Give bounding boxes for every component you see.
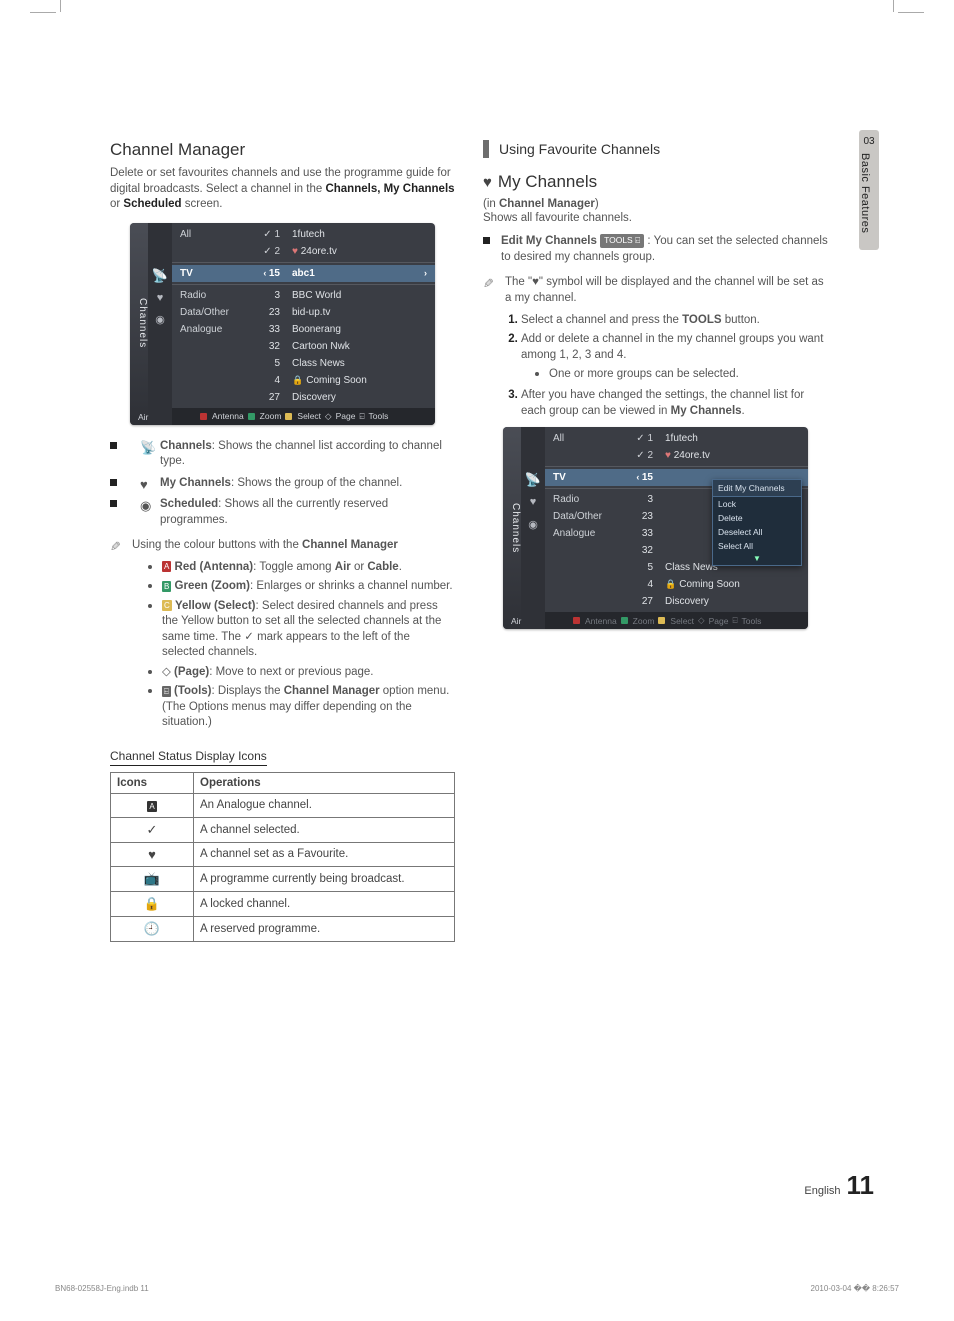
- target-icon: ◉: [140, 497, 151, 515]
- lock-icon: 🔒: [111, 891, 194, 916]
- left-column: Channel Manager Delete or set favourites…: [110, 140, 455, 942]
- note-colour-buttons: Using the colour buttons with the Channe…: [110, 538, 455, 554]
- cm-footer: Air Antenna Zoom Select ◇Page ⍇Tools: [545, 612, 808, 629]
- section-bar: Using Favourite Channels: [483, 140, 828, 158]
- analogue-icon: A: [147, 801, 156, 812]
- cm-side-label: Channels: [503, 427, 521, 629]
- heart-icon: ♥: [292, 246, 301, 257]
- red-button-icon: A: [162, 561, 171, 572]
- edit-my-channels-item: Edit My Channels TOOLS ⍇ : You can set t…: [483, 234, 828, 265]
- broadcast-icon: 📺: [111, 866, 194, 891]
- side-tab-label: Basic Features: [859, 147, 871, 239]
- channel-manager-heading: Channel Manager: [110, 140, 455, 160]
- checkmark-icon: ✓: [111, 817, 194, 842]
- edit-my-channels-dropdown: Edit My Channels Lock Delete Deselect Al…: [712, 479, 802, 566]
- heart-icon: ♥: [153, 291, 167, 305]
- cm-row-highlighted: TV ‹ 15 abc1›: [172, 265, 435, 282]
- side-tab: 03 Basic Features: [859, 130, 879, 250]
- heart-icon: ♥: [665, 450, 674, 461]
- heart-icon: ♥: [483, 174, 492, 191]
- heart-note: The "♥" symbol will be displayed and the…: [483, 275, 828, 306]
- cm-footer: Air Antenna Zoom Select ◇Page ⍇Tools: [172, 408, 435, 425]
- target-icon: ◉: [526, 517, 540, 531]
- channel-manager-ui: Channels 📡 ♥ ◉ All ✓ 1 1futech ✓ 2 ♥: [130, 223, 435, 425]
- chevron-down-icon: ▼: [713, 553, 801, 565]
- cm-side-label: Channels: [130, 223, 148, 425]
- right-column: Using Favourite Channels ♥ My Channels (…: [483, 140, 828, 942]
- lock-icon: 🔒: [292, 375, 303, 385]
- yellow-button-icon: C: [162, 600, 172, 611]
- my-channels-sub2: Shows all favourite channels.: [483, 212, 828, 224]
- satellite-icon: 📡: [140, 439, 156, 457]
- tools-badge-icon: TOOLS ⍇: [600, 234, 644, 247]
- satellite-icon: 📡: [526, 473, 540, 487]
- my-channels-heading: ♥ My Channels: [483, 172, 828, 192]
- heart-icon: ♥: [111, 842, 194, 866]
- page-footer: English 11: [804, 1170, 874, 1201]
- target-icon: ◉: [153, 313, 167, 327]
- channel-manager-intro: Delete or set favourites channels and us…: [110, 166, 455, 213]
- heart-icon: ♥: [526, 495, 540, 509]
- steps-list: Select a channel and press the TOOLS but…: [483, 312, 828, 419]
- side-tab-number: 03: [859, 130, 879, 147]
- satellite-icon: 📡: [153, 269, 167, 283]
- channel-manager-ui-dropdown: Channels 📡 ♥ ◉ All ✓ 1 1futech ✓ 2 ♥: [503, 427, 808, 629]
- heart-icon: ♥: [140, 476, 148, 494]
- definition-list: 📡Channels: Shows the channel list accord…: [110, 439, 455, 529]
- clock-icon: 🕘: [111, 916, 194, 941]
- lock-icon: 🔒: [665, 579, 676, 589]
- green-button-icon: B: [162, 581, 171, 592]
- cm-icon-strip: 📡 ♥ ◉: [521, 427, 545, 629]
- my-channels-sub: (in Channel Manager): [483, 198, 828, 210]
- heart-icon: ♥: [532, 276, 539, 288]
- colour-button-list: A Red (Antenna): Toggle among Air or Cab…: [110, 560, 455, 731]
- tools-button-icon: ⍇: [162, 686, 171, 697]
- cm-icon-strip: 📡 ♥ ◉: [148, 223, 172, 425]
- print-meta: BN68-02558J-Eng.indb 11 2010-03-04 �� 8:…: [55, 1284, 899, 1293]
- status-icons-heading: Channel Status Display Icons: [110, 749, 267, 766]
- status-icons-table: Icons Operations AAn Analogue channel. ✓…: [110, 772, 455, 942]
- page-updown-icon: ◇: [162, 666, 174, 678]
